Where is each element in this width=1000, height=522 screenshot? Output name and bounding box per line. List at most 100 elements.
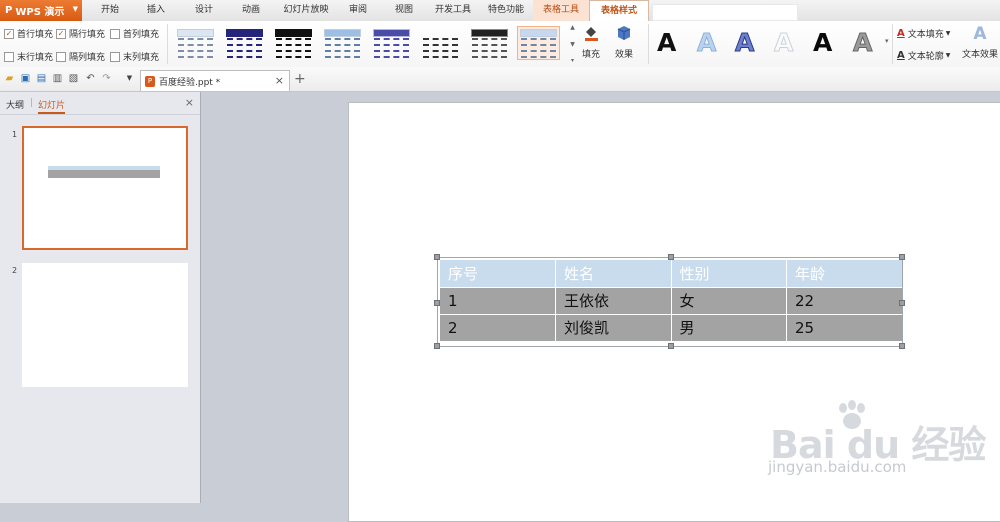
style-row-line: [178, 38, 213, 40]
tab-view[interactable]: 视图: [390, 0, 418, 21]
table-row: 2 刘俊凯 男 25: [440, 313, 902, 341]
table-style-option-2[interactable]: [223, 26, 266, 60]
text-effect-button[interactable]: A 文本效果: [962, 24, 998, 60]
panel-tabs: 大纲 | 幻灯片 ×: [0, 92, 200, 115]
table-style-option-8[interactable]: [517, 26, 560, 60]
resize-handle-sw[interactable]: [434, 343, 440, 349]
table-style-option-1[interactable]: [174, 26, 217, 60]
option-first-row[interactable]: ✓ 首行填充: [4, 27, 53, 40]
table-style-option-5[interactable]: [370, 26, 413, 60]
table-cell[interactable]: 2: [440, 313, 556, 341]
style-header-swatch: [373, 29, 410, 37]
checkbox-banded-columns[interactable]: [56, 51, 66, 62]
text-fill-label: 文本填充: [907, 30, 944, 40]
tab-features[interactable]: 特色功能: [485, 0, 527, 21]
resize-handle-n[interactable]: [668, 254, 674, 260]
tab-outline[interactable]: 大纲: [6, 98, 24, 111]
table-header-cell[interactable]: 性别: [671, 260, 787, 287]
text-fill-button[interactable]: A 文本填充 ▼: [897, 27, 950, 40]
customize-toolbar-icon[interactable]: ▼: [124, 73, 135, 84]
save-icon[interactable]: ▣: [20, 73, 31, 84]
gallery-scroll[interactable]: ▲ ▼ ▾: [568, 24, 577, 64]
option-label: 首列填充: [123, 30, 160, 40]
table-cell[interactable]: 25: [786, 313, 902, 341]
fill-button[interactable]: 填充: [582, 24, 600, 60]
print-icon[interactable]: ▥: [52, 73, 63, 84]
wordart-expand-icon[interactable]: ▾: [885, 37, 889, 45]
table-header-cell[interactable]: 姓名: [555, 260, 672, 287]
table-cell[interactable]: 男: [671, 313, 787, 341]
text-outline-button[interactable]: A 文本轮廓 ▼: [897, 49, 950, 62]
table-cell[interactable]: 1: [440, 286, 556, 314]
document-tab[interactable]: P 百度经验.ppt * ×: [140, 70, 290, 91]
chevron-up-icon[interactable]: ▲: [570, 24, 575, 31]
table-cell[interactable]: 王依依: [555, 286, 672, 314]
slide-thumbnail-2[interactable]: [22, 263, 188, 387]
table-style-option-7[interactable]: [468, 26, 511, 60]
resize-handle-s[interactable]: [668, 343, 674, 349]
chevron-down-icon[interactable]: ▼: [570, 41, 575, 48]
search-input[interactable]: [652, 4, 798, 21]
option-last-row[interactable]: 末行填充: [4, 50, 53, 63]
tab-home[interactable]: 开始: [96, 0, 124, 21]
table-cell[interactable]: 女: [671, 286, 787, 314]
tab-slides[interactable]: 幻灯片: [38, 98, 66, 114]
data-table[interactable]: 序号 姓名 性别 年龄 1 王依依 女 22 2 刘俊凯 男 25: [440, 260, 902, 341]
wordart-style-black[interactable]: A: [657, 28, 676, 57]
checkbox-first-column[interactable]: [110, 28, 120, 39]
close-icon[interactable]: ×: [185, 96, 194, 109]
redo-icon[interactable]: ↷: [101, 73, 112, 84]
resize-handle-nw[interactable]: [434, 254, 440, 260]
table-header-cell[interactable]: 年龄: [786, 260, 902, 287]
wordart-style-light-blue[interactable]: A: [696, 28, 716, 58]
checkbox-banded-rows[interactable]: ✓: [56, 28, 66, 39]
app-menu-button[interactable]: P WPS 演示 ▼: [0, 0, 82, 21]
open-folder-icon[interactable]: ▰: [4, 73, 15, 84]
undo-icon[interactable]: ↶: [85, 73, 96, 84]
style-header-swatch: [226, 29, 263, 37]
resize-handle-se[interactable]: [899, 343, 905, 349]
paint-bucket-icon: [582, 24, 600, 42]
resize-handle-w[interactable]: [434, 300, 440, 306]
tab-slideshow[interactable]: 幻灯片放映: [280, 0, 332, 21]
option-banded-rows[interactable]: ✓ 隔行填充: [56, 27, 105, 40]
tab-animation[interactable]: 动画: [237, 0, 265, 21]
option-banded-columns[interactable]: 隔列填充: [56, 50, 105, 63]
style-row-line: [325, 44, 360, 46]
checkbox-last-column[interactable]: [110, 51, 120, 62]
tab-insert[interactable]: 插入: [142, 0, 170, 21]
style-header-swatch: [324, 29, 361, 37]
print-preview-icon[interactable]: ▧: [68, 73, 79, 84]
table-header-cell[interactable]: 序号: [440, 260, 556, 287]
table-style-option-4[interactable]: [321, 26, 364, 60]
new-tab-plus-icon[interactable]: +: [294, 71, 306, 87]
checkbox-first-row[interactable]: ✓: [4, 28, 14, 39]
table-object[interactable]: 序号 姓名 性别 年龄 1 王依依 女 22 2 刘俊凯 男 25: [434, 254, 905, 349]
table-style-option-6[interactable]: [419, 26, 462, 60]
tab-design[interactable]: 设计: [190, 0, 218, 21]
wordart-style-gray[interactable]: A: [852, 28, 872, 58]
app-name: WPS 演示: [15, 7, 65, 18]
checkbox-last-row[interactable]: [4, 51, 14, 62]
wordart-style-bold-black[interactable]: A: [813, 28, 832, 57]
expand-gallery-icon[interactable]: ▾: [571, 57, 574, 64]
tab-developer[interactable]: 开发工具: [432, 0, 474, 21]
save-as-icon[interactable]: ▤: [36, 73, 47, 84]
table-cell[interactable]: 刘俊凯: [555, 313, 672, 341]
option-first-column[interactable]: 首列填充: [110, 27, 159, 40]
wordart-style-blue-outline[interactable]: A: [734, 28, 754, 58]
tab-review[interactable]: 审阅: [344, 0, 372, 21]
wordart-style-white[interactable]: A: [773, 28, 793, 58]
effect-button[interactable]: 效果: [615, 24, 633, 60]
chevron-down-icon: ▼: [945, 52, 951, 59]
resize-handle-ne[interactable]: [899, 254, 905, 260]
tab-table-style[interactable]: 表格样式: [589, 0, 649, 21]
table-style-option-3[interactable]: [272, 26, 315, 60]
table-cell[interactable]: 22: [786, 286, 902, 314]
option-last-column[interactable]: 末列填充: [110, 50, 159, 63]
tab-table-tools[interactable]: 表格工具: [533, 0, 589, 21]
resize-handle-e[interactable]: [899, 300, 905, 306]
close-icon[interactable]: ×: [275, 74, 284, 87]
style-row-line: [374, 38, 409, 40]
slide-thumbnail-1[interactable]: [22, 126, 188, 250]
